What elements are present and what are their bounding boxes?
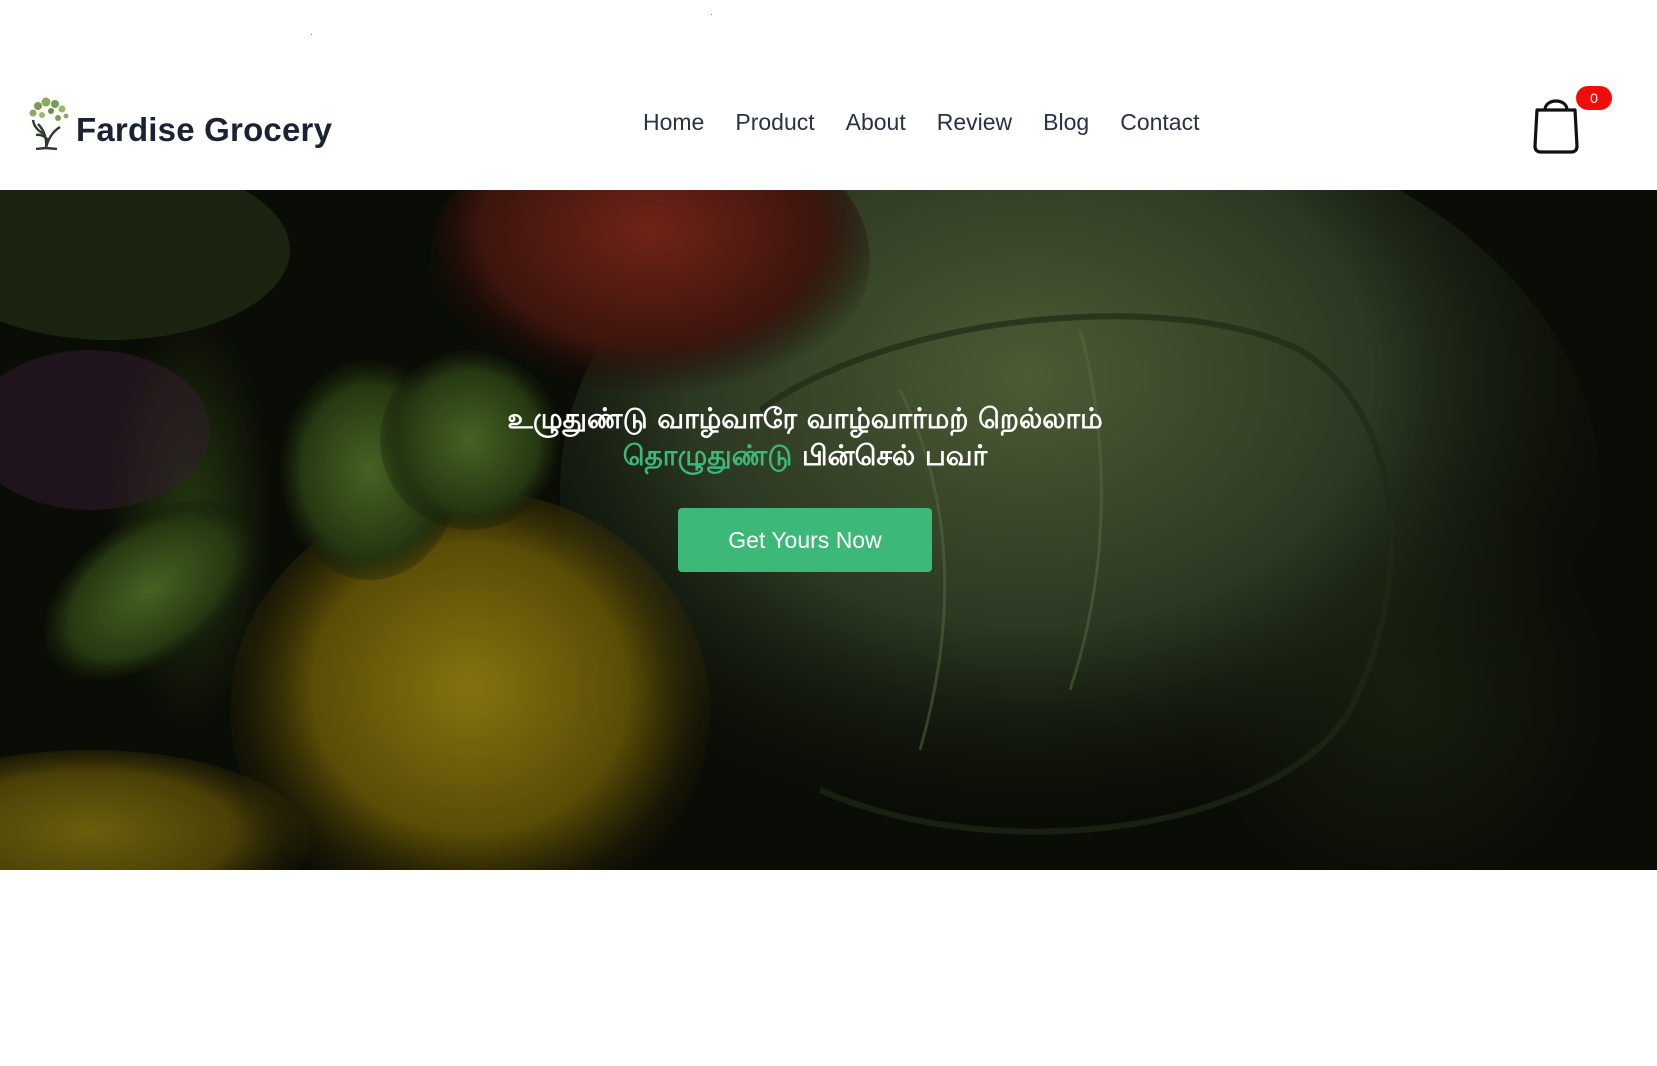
- get-yours-now-button[interactable]: Get Yours Now: [678, 508, 932, 572]
- nav-about[interactable]: About: [846, 104, 906, 140]
- brand-name: Fardise Grocery: [76, 111, 333, 148]
- hero-content: உழுதுண்டு வாழ்வாரே வாழ்வார்மற் றெல்லாம் …: [0, 400, 1610, 572]
- quote-line-2-rest: பின்செல் பவர்: [792, 439, 988, 472]
- quote-line-1: உழுதுண்டு வாழ்வாரே வாழ்வார்மற் றெல்லாம்: [507, 402, 1103, 435]
- nav-review[interactable]: Review: [937, 104, 1012, 140]
- main-nav: Home Product About Review Blog Contact: [643, 104, 1230, 140]
- quote-highlight: தொழுதுண்டு: [622, 439, 793, 472]
- hero-quote: உழுதுண்டு வாழ்வாரே வாழ்வார்மற் றெல்லாம் …: [0, 400, 1610, 474]
- nav-product[interactable]: Product: [735, 104, 814, 140]
- nav-blog[interactable]: Blog: [1043, 104, 1089, 140]
- shopping-bag-icon: [1533, 99, 1579, 154]
- cart-count-badge: 0: [1576, 86, 1612, 110]
- hero-banner: உழுதுண்டு வாழ்வாரே வாழ்வார்மற் றெல்லாம் …: [0, 190, 1657, 870]
- cart-button[interactable]: 0: [1531, 86, 1612, 156]
- logo-link[interactable]: Fardise Grocery: [24, 94, 332, 150]
- decorative-speck: [711, 14, 712, 15]
- decorative-speck: [311, 34, 312, 35]
- quote-line-2: தொழுதுண்டு பின்செல் பவர்: [0, 437, 1610, 474]
- nav-home[interactable]: Home: [643, 104, 704, 140]
- nav-contact[interactable]: Contact: [1120, 104, 1199, 140]
- tree-logo-icon: [29, 97, 69, 150]
- site-header: Fardise Grocery Home Product About Revie…: [0, 0, 1657, 190]
